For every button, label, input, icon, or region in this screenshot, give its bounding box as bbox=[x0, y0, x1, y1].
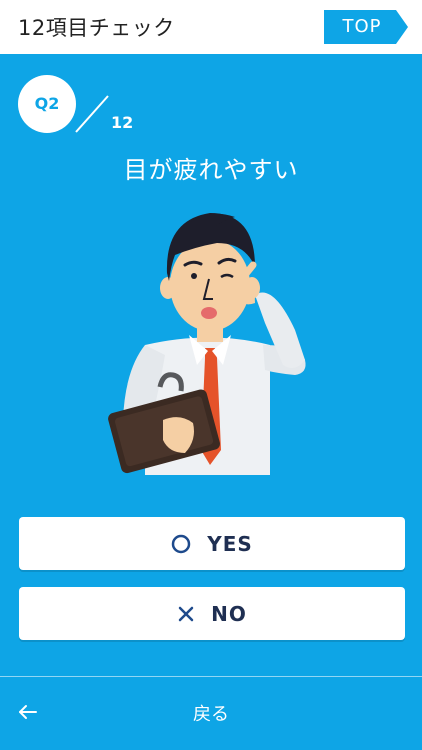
top-button-label: TOP bbox=[342, 16, 382, 37]
question-total: 12 bbox=[111, 113, 134, 132]
yes-button-content: YES bbox=[19, 517, 405, 570]
yes-label: YES bbox=[207, 531, 253, 556]
footer-divider bbox=[0, 676, 422, 677]
back-button[interactable]: 戻る bbox=[0, 700, 422, 726]
cross-icon bbox=[178, 606, 194, 621]
top-button[interactable]: TOP bbox=[324, 10, 408, 44]
page-title: 12項目チェック bbox=[18, 16, 175, 40]
question-number: Q2 bbox=[34, 94, 60, 113]
no-label: NO bbox=[211, 601, 247, 626]
no-button-content: NO bbox=[19, 587, 405, 640]
no-button[interactable]: NO bbox=[19, 587, 405, 640]
businessman-rubbing-eye-illustration bbox=[108, 213, 306, 475]
app-header: 12項目チェック TOP bbox=[0, 0, 422, 54]
question-number-badge: Q2 bbox=[18, 75, 76, 133]
circle-icon bbox=[171, 534, 191, 553]
slash-divider bbox=[75, 95, 109, 133]
question-text: 目が疲れやすい bbox=[123, 156, 299, 184]
yes-button[interactable]: YES bbox=[19, 517, 405, 570]
